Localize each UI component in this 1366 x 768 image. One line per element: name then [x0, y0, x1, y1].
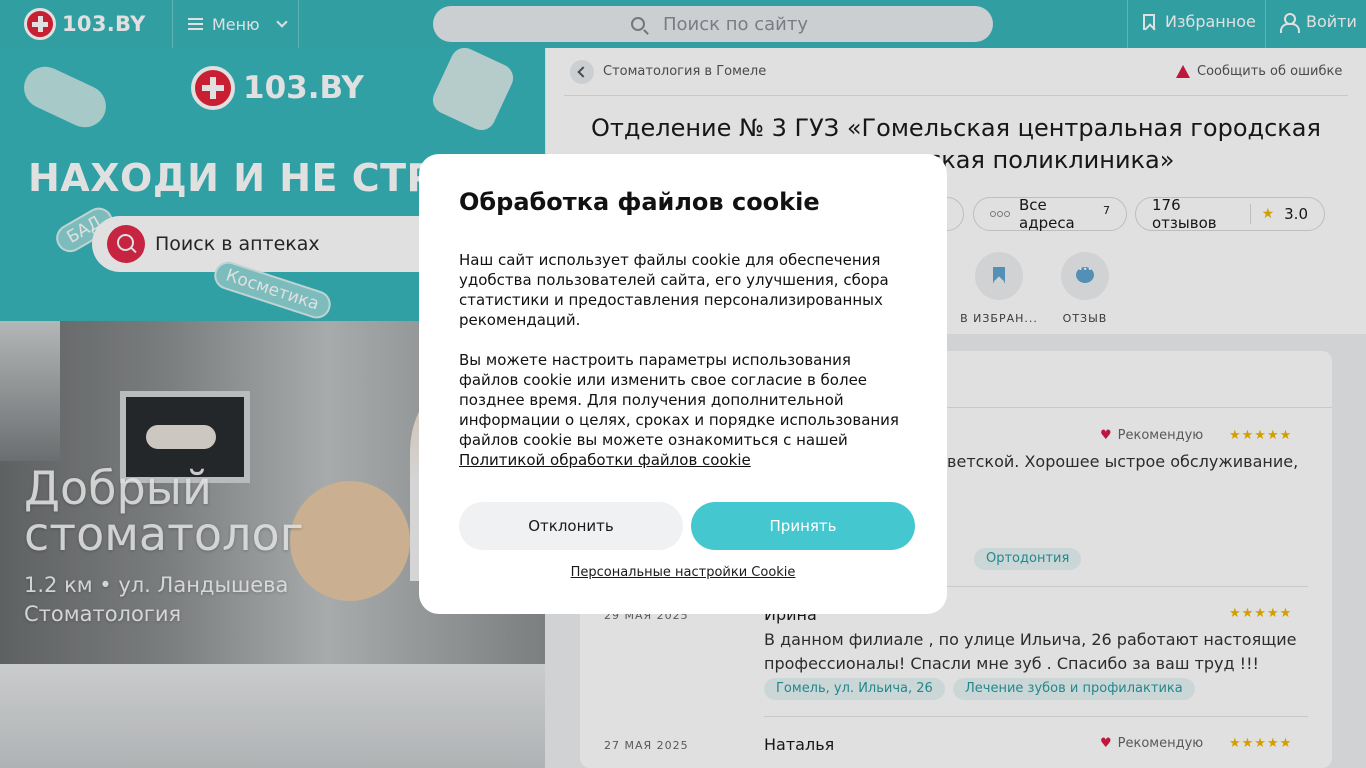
- cookie-settings-info: Вы можете настроить параметры использова…: [459, 350, 909, 470]
- cookie-settings-text: Вы можете настроить параметры использова…: [459, 351, 899, 449]
- decline-button[interactable]: Отклонить: [459, 502, 683, 550]
- cookie-policy-link[interactable]: Политикой обработки файлов cookie: [459, 451, 751, 469]
- accept-button[interactable]: Принять: [691, 502, 915, 550]
- cookie-description: Наш сайт использует файлы cookie для обе…: [459, 251, 889, 329]
- cookie-dialog: Обработка файлов cookie Наш сайт использ…: [419, 154, 947, 614]
- cookie-settings-link[interactable]: Персональные настройки Cookie: [419, 565, 947, 580]
- cookie-dialog-title: Обработка файлов cookie: [459, 188, 820, 216]
